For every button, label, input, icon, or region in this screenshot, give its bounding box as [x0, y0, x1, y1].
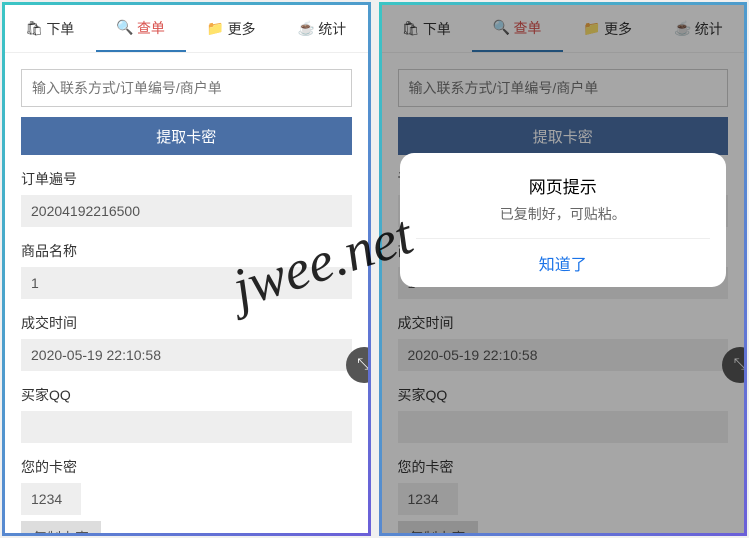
field-label: 成交时间: [21, 313, 352, 333]
tab-label: 统计: [318, 19, 346, 39]
field-value: 1234: [21, 483, 81, 515]
tab-label: 查单: [137, 18, 165, 38]
phone-right: 🛍下单 🔍查单 📁更多 ☕统计 提取卡密 订单遍号 20204192216500…: [379, 2, 748, 536]
tab-more[interactable]: 📁更多: [186, 5, 277, 52]
coffee-icon: ☕: [298, 21, 314, 37]
content-area: 提取卡密 订单遍号 20204192216500 商品名称 1 成交时间 202…: [5, 53, 368, 536]
field-deal-time: 成交时间 2020-05-19 22:10:58: [21, 313, 352, 371]
search-box: [21, 69, 352, 107]
field-product: 商品名称 1: [21, 241, 352, 299]
search-input[interactable]: [21, 69, 352, 107]
bag-icon: 🛍: [26, 21, 42, 37]
field-value: [21, 411, 352, 443]
phone-left: 🛍下单 🔍查单 📁更多 ☕统计 提取卡密 订单遍号 20204192216500…: [2, 2, 371, 536]
dialog-message: 已复制好，可贴粘。: [416, 204, 711, 224]
copy-button[interactable]: 复制卡密: [21, 521, 101, 536]
tab-bar: 🛍下单 🔍查单 📁更多 ☕统计: [5, 5, 368, 53]
collapse-icon: ⤡: [357, 356, 370, 374]
tab-order[interactable]: 🛍下单: [5, 5, 96, 52]
tab-label: 更多: [228, 19, 256, 39]
field-value: 2020-05-19 22:10:58: [21, 339, 352, 371]
field-label: 您的卡密: [21, 457, 352, 477]
alert-dialog: 网页提示 已复制好，可贴粘。 知道了: [400, 153, 727, 287]
dialog-title: 网页提示: [416, 173, 711, 198]
dialog-ok-button[interactable]: 知道了: [416, 238, 711, 287]
folder-icon: 📁: [208, 21, 224, 37]
tab-label: 下单: [46, 19, 74, 39]
field-value: 20204192216500: [21, 195, 352, 227]
submit-button[interactable]: 提取卡密: [21, 117, 352, 155]
field-label: 买家QQ: [21, 385, 352, 405]
field-buyer-qq: 买家QQ: [21, 385, 352, 443]
field-order-no: 订单遍号 20204192216500: [21, 169, 352, 227]
field-label: 商品名称: [21, 241, 352, 261]
field-value: 1: [21, 267, 352, 299]
tab-query[interactable]: 🔍查单: [96, 5, 187, 52]
field-card-key: 您的卡密 1234 复制卡密: [21, 457, 352, 536]
screenshot-pair: 🛍下单 🔍查单 📁更多 ☕统计 提取卡密 订单遍号 20204192216500…: [0, 0, 749, 538]
search-icon: 🔍: [117, 20, 133, 36]
tab-stats[interactable]: ☕统计: [277, 5, 368, 52]
field-label: 订单遍号: [21, 169, 352, 189]
